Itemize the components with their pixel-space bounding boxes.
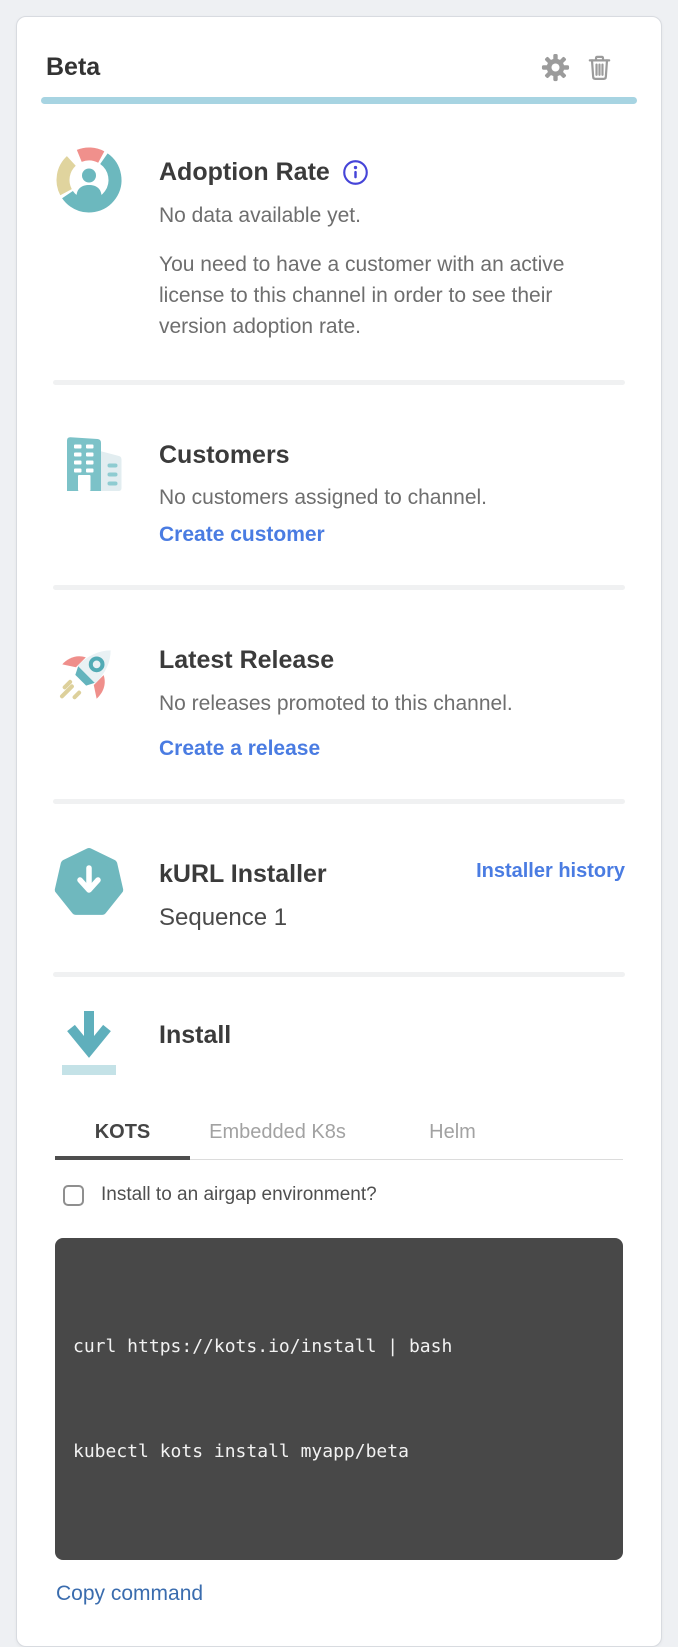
divider bbox=[53, 972, 625, 977]
install-tabs: KOTS Embedded K8s Helm bbox=[55, 1109, 623, 1160]
airgap-row: Install to an airgap environment? bbox=[55, 1184, 623, 1206]
installer-history-link[interactable]: Installer history bbox=[476, 860, 625, 883]
delete-channel-button[interactable] bbox=[584, 52, 615, 83]
section-latest-release: Latest Release No releases promoted to t… bbox=[41, 632, 637, 761]
copy-command-link[interactable]: Copy command bbox=[56, 1582, 203, 1606]
adoption-rate-title: Adoption Rate bbox=[159, 156, 625, 188]
divider bbox=[53, 585, 625, 590]
installer-sequence-text: Sequence 1 bbox=[159, 902, 625, 934]
info-icon[interactable] bbox=[342, 159, 369, 186]
create-release-link[interactable]: Create a release bbox=[159, 737, 320, 761]
divider bbox=[53, 799, 625, 804]
command-line-2: kubectl kots install myapp/beta bbox=[73, 1434, 605, 1469]
header-actions bbox=[540, 52, 615, 83]
tab-embedded-k8s[interactable]: Embedded K8s bbox=[190, 1109, 365, 1159]
tab-kots[interactable]: KOTS bbox=[55, 1109, 190, 1159]
channel-card: Beta bbox=[16, 16, 662, 1647]
channel-settings-button[interactable] bbox=[540, 52, 571, 83]
install-download-icon bbox=[58, 1007, 120, 1083]
command-line-1: curl https://kots.io/install | bash bbox=[73, 1329, 605, 1364]
channel-title: Beta bbox=[46, 51, 540, 83]
card-header: Beta bbox=[41, 51, 637, 83]
create-customer-link[interactable]: Create customer bbox=[159, 523, 325, 547]
install-options: KOTS Embedded K8s Helm Install to an air… bbox=[41, 1109, 637, 1606]
latest-release-title: Latest Release bbox=[159, 644, 625, 676]
section-install: Install bbox=[41, 1007, 637, 1083]
adoption-hint-text: You need to have a customer with an acti… bbox=[159, 249, 571, 342]
release-empty-text: No releases promoted to this channel. bbox=[159, 689, 625, 719]
trash-icon bbox=[584, 52, 615, 83]
airgap-checkbox[interactable] bbox=[63, 1185, 84, 1206]
section-kurl-installer: kURL Installer Installer history Sequenc… bbox=[41, 846, 637, 934]
kurl-installer-title: kURL Installer bbox=[159, 858, 327, 890]
section-customers: Customers No customers assigned to chann… bbox=[41, 427, 637, 547]
kurl-installer-icon bbox=[53, 846, 125, 918]
customers-building-icon bbox=[53, 427, 125, 499]
customers-empty-text: No customers assigned to channel. bbox=[159, 483, 625, 513]
divider bbox=[53, 380, 625, 385]
section-adoption-rate: Adoption Rate No data available yet. You… bbox=[41, 144, 637, 342]
adoption-rate-donut-icon bbox=[53, 144, 125, 216]
customers-title: Customers bbox=[159, 439, 625, 471]
install-command-block: curl https://kots.io/install | bash kube… bbox=[55, 1238, 623, 1560]
rocket-icon bbox=[53, 632, 125, 712]
channel-color-rule bbox=[41, 97, 637, 104]
adoption-empty-text: No data available yet. bbox=[159, 201, 625, 231]
airgap-label: Install to an airgap environment? bbox=[101, 1184, 377, 1206]
tab-helm[interactable]: Helm bbox=[365, 1109, 540, 1159]
install-title: Install bbox=[159, 1019, 625, 1051]
gear-icon bbox=[540, 52, 571, 83]
